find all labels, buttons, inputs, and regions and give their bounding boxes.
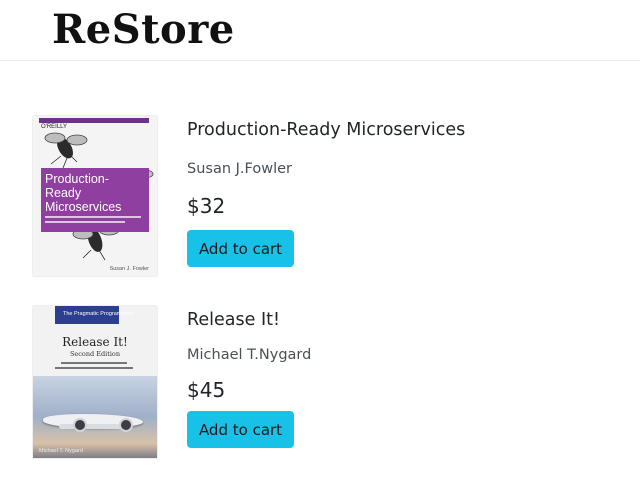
cover-title: Production-Ready Microservices: [45, 172, 122, 214]
cover-edition: Second Edition: [69, 350, 121, 358]
add-to-cart-button[interactable]: Add to cart: [187, 411, 294, 448]
book-title-link[interactable]: Release It!: [187, 310, 280, 330]
book-author: Susan J.Fowler: [187, 161, 292, 177]
jet-engine-shape: [73, 418, 87, 432]
jet-engine-shape: [119, 418, 133, 432]
brand-logo[interactable]: ReStore: [52, 4, 235, 56]
cover-title: Release It!: [62, 335, 128, 349]
book-title-link[interactable]: Production-Ready Microservices: [187, 120, 465, 140]
cover-tagline-line: [61, 362, 127, 364]
book-cover-image[interactable]: The Pragmatic Programmers Release It! Se…: [33, 306, 157, 458]
cover-tagline-line: [55, 367, 133, 369]
book-price: $45: [187, 378, 226, 402]
app-header: ReStore: [0, 0, 640, 61]
cover-author: Michael T. Nygard: [39, 448, 83, 454]
cover-publisher: The Pragmatic Programmers: [63, 311, 134, 317]
cover-subtitle-line: [45, 221, 125, 223]
book-price: $32: [187, 194, 226, 218]
add-to-cart-button[interactable]: Add to cart: [187, 230, 294, 267]
cover-subtitle-line: [45, 216, 141, 218]
book-cover-image[interactable]: O'REILLY Production-Ready Microservices …: [33, 116, 157, 276]
cover-author: Susan J. Fowler: [109, 266, 149, 272]
book-author: Michael T.Nygard: [187, 347, 312, 363]
